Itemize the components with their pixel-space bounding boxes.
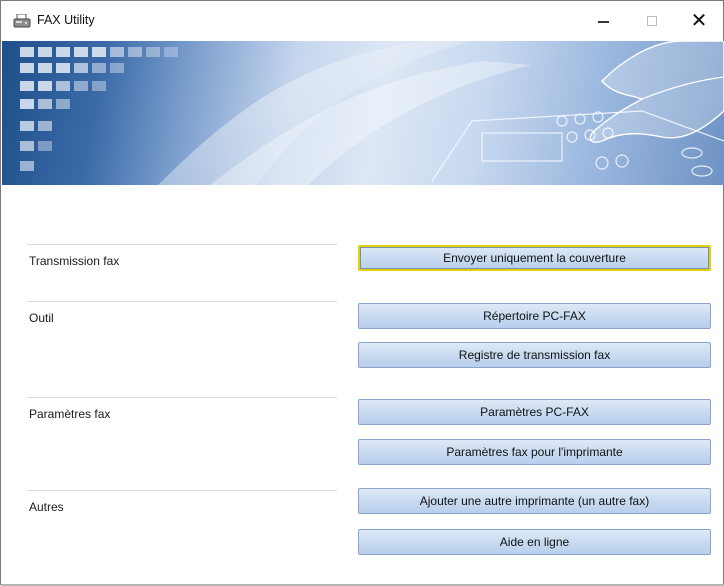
maximize-icon [647, 16, 657, 26]
section-divider [27, 397, 337, 398]
minimize-button[interactable] [580, 1, 626, 41]
section-label-fax-settings: Paramètres fax [29, 407, 111, 421]
fax-transmission-log-button[interactable]: Registre de transmission fax [358, 342, 711, 368]
fax-utility-window: FAX Utility ✕ Transmission fax Envoyer u… [0, 0, 724, 586]
section-label-others: Autres [29, 500, 64, 514]
close-icon: ✕ [690, 10, 708, 32]
section-label-transmission: Transmission fax [29, 254, 120, 268]
window-title: FAX Utility [37, 13, 95, 27]
online-help-button[interactable]: Aide en ligne [358, 529, 711, 555]
add-printer-button[interactable]: Ajouter une autre imprimante (un autre f… [358, 488, 711, 514]
header-banner [2, 41, 724, 185]
printer-fax-settings-button[interactable]: Paramètres fax pour l'imprimante [358, 439, 711, 465]
pc-fax-settings-button[interactable]: Paramètres PC-FAX [358, 399, 711, 425]
minimize-icon [597, 21, 609, 23]
close-button[interactable]: ✕ [676, 1, 722, 41]
send-cover-only-button[interactable]: Envoyer uniquement la couverture [358, 245, 711, 271]
section-label-tool: Outil [29, 311, 54, 325]
title-bar[interactable]: FAX Utility ✕ [1, 1, 723, 41]
section-divider [27, 490, 337, 491]
fax-machine-icon [13, 13, 31, 28]
banner-illustration [20, 41, 724, 185]
section-divider [27, 301, 337, 302]
pc-fax-directory-button[interactable]: Répertoire PC-FAX [358, 303, 711, 329]
maximize-button[interactable] [629, 1, 675, 41]
section-divider [27, 244, 337, 245]
